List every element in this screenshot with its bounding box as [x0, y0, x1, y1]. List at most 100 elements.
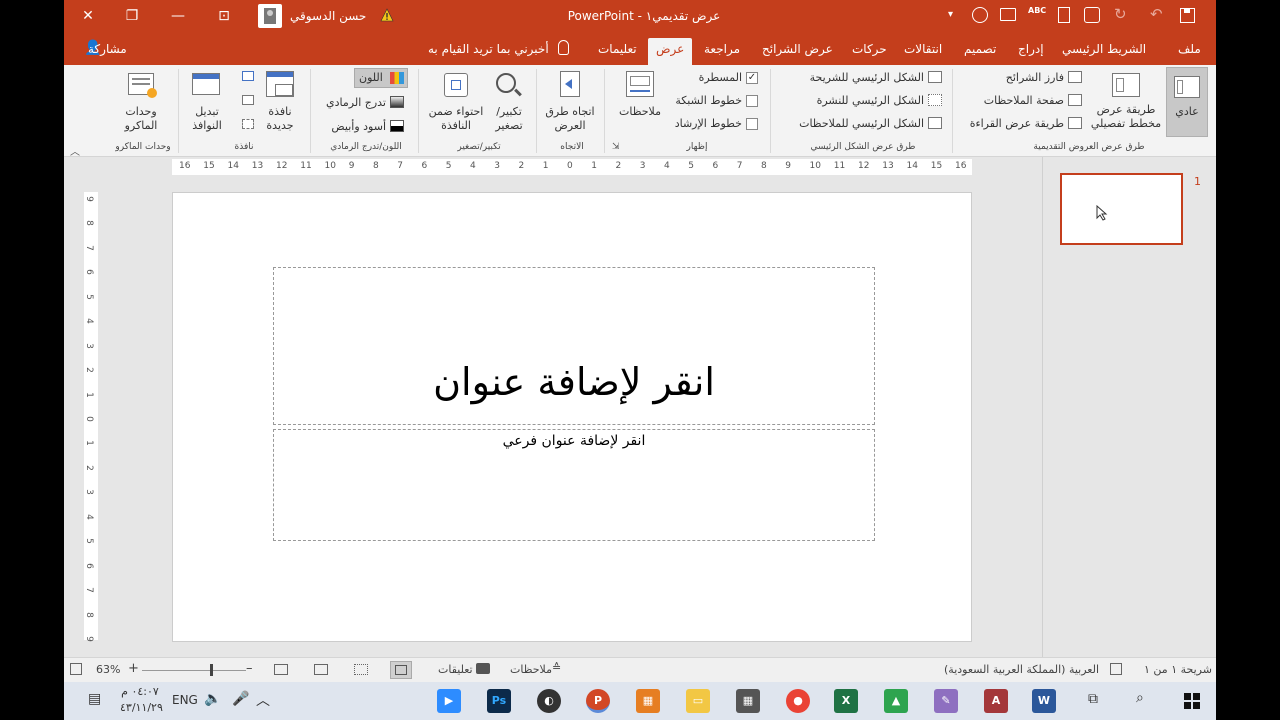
color-button[interactable]: اللون	[354, 68, 408, 88]
tab-animations[interactable]: حركات	[844, 38, 895, 65]
undo-icon[interactable]: ↶	[1150, 5, 1163, 23]
arrange-all-icon[interactable]	[242, 71, 254, 81]
reading-view-status-icon[interactable]	[314, 664, 328, 675]
chrome-app-icon[interactable]: ●	[786, 689, 810, 713]
photoshop-app-icon[interactable]: Ps	[487, 689, 511, 713]
redo-icon[interactable]: ↻	[1114, 5, 1127, 23]
windows-start-icon[interactable]	[1184, 693, 1200, 709]
excel-app-icon[interactable]: X	[834, 689, 858, 713]
save-icon[interactable]	[1180, 8, 1195, 23]
account-name[interactable]: حسن الدسوقي	[290, 0, 366, 32]
paint-app-icon[interactable]: ✎	[934, 689, 958, 713]
comments-button[interactable]: تعليقات	[438, 663, 473, 676]
macros-button[interactable]: وحدات الماكرو	[116, 105, 166, 133]
close-button[interactable]: ✕	[70, 0, 106, 32]
share-button[interactable]: مشاركة	[80, 38, 135, 65]
slide-master-button[interactable]: الشكل الرئيسي للشريحة	[780, 71, 924, 84]
access-app-icon[interactable]: A	[984, 689, 1008, 713]
microphone-icon[interactable]: 🎤	[232, 691, 249, 707]
tab-design[interactable]: تصميم	[956, 38, 1004, 65]
tab-insert[interactable]: إدراج	[1010, 38, 1052, 65]
guides-checkbox[interactable]	[746, 118, 758, 130]
ribbon-display-options-button[interactable]: ⊡	[206, 0, 242, 32]
word-app-icon[interactable]: W	[1032, 689, 1056, 713]
tab-transitions[interactable]: انتقالات	[896, 38, 950, 65]
restore-button[interactable]: ❐	[114, 0, 150, 32]
lightbulb-icon[interactable]	[558, 40, 569, 55]
grayscale-button[interactable]: تدرج الرمادي	[322, 96, 386, 109]
camtasia-app-icon[interactable]: ▦	[636, 689, 660, 713]
search-icon[interactable]: ⌕	[1136, 690, 1144, 706]
clock-date[interactable]: ٤٣/١١/٢٩	[120, 701, 163, 714]
collapse-ribbon-icon[interactable]: ︿	[70, 143, 80, 158]
handout-master-button[interactable]: الشكل الرئيسي للنشرة	[780, 94, 924, 107]
warning-icon[interactable]	[380, 8, 394, 25]
switch-windows-button[interactable]: تبديل النوافذ	[182, 105, 232, 133]
clock-time[interactable]: ٠٤:٠٧ م	[120, 685, 160, 698]
slide-sorter-status-icon[interactable]	[354, 664, 368, 675]
touch-mode-icon[interactable]	[1084, 7, 1100, 23]
slide-thumbnail[interactable]	[1060, 173, 1183, 245]
normal-view-status-button[interactable]	[390, 661, 412, 679]
calculator-app-icon[interactable]: ▦	[736, 689, 760, 713]
customize-qat-icon[interactable]: ▾	[948, 9, 953, 20]
zoom-slider-thumb[interactable]	[210, 664, 213, 676]
tab-home[interactable]: الشريط الرئيسي	[1054, 38, 1154, 65]
input-language[interactable]: ENG	[172, 693, 198, 707]
fit-slide-icon[interactable]	[70, 663, 82, 675]
normal-view-button[interactable]: عادي	[1166, 67, 1208, 137]
tab-file[interactable]: ملف	[1170, 38, 1209, 65]
minimize-button[interactable]: —	[160, 0, 196, 32]
new-window-button[interactable]: نافذة جديدة	[258, 105, 302, 133]
show-dialog-launcher-icon[interactable]: ⇲	[612, 142, 620, 152]
new-file-icon[interactable]	[1058, 7, 1070, 23]
tab-view[interactable]: عرض	[648, 38, 693, 65]
cascade-icon[interactable]	[242, 95, 254, 105]
notes-status-button[interactable]: ملاحظات	[510, 663, 552, 676]
notes-master-button[interactable]: الشكل الرئيسي للملاحظات	[772, 117, 924, 130]
tab-review[interactable]: مراجعة	[696, 38, 748, 65]
zoom-in-button[interactable]: +	[128, 661, 139, 676]
slide-canvas[interactable]: انقر لإضافة عنوان انقر لإضافة عنوان فرعي	[172, 192, 972, 642]
spelling-status-icon[interactable]	[1110, 663, 1122, 675]
ruler-checkbox[interactable]: ✓	[746, 72, 758, 84]
horizontal-ruler[interactable]: 16 15 14 13 12 11 10 9 8 7 6 5 4 3 2 1 0 1 2 3 4 5 6 7 8 9 10 11 12 1…	[172, 159, 972, 175]
open-folder-icon[interactable]	[1000, 8, 1016, 21]
avatar[interactable]	[258, 4, 282, 28]
tab-help[interactable]: تعليمات	[590, 38, 645, 65]
task-view-icon[interactable]: ⧉	[1088, 691, 1098, 707]
slide-sorter-button[interactable]: فارز الشرائح	[980, 71, 1064, 84]
tell-me-search[interactable]: أخبرني بما تريد القيام به	[420, 38, 557, 65]
zoom-button[interactable]: تكبير/ تصغير	[486, 105, 532, 133]
powerpoint-app-icon[interactable]: P	[586, 689, 610, 713]
handout-master-icon	[928, 94, 942, 106]
ruler-tick-label: 6	[712, 161, 719, 171]
notes-page-button[interactable]: صفحة الملاحظات	[960, 94, 1064, 107]
zoom-slider-track[interactable]	[142, 670, 246, 671]
volume-icon[interactable]: 🔈	[204, 691, 221, 707]
vertical-ruler[interactable]: 9 8 7 6 5 4 3 2 1 0 1 2 3 4 5 6 7 8 9	[84, 192, 98, 642]
notification-center-icon[interactable]: ▤	[88, 691, 101, 707]
outline-view-button[interactable]: طريقة عرض مخطط تفصيلي	[1088, 103, 1164, 131]
tab-slideshow[interactable]: عرض الشرائح	[754, 38, 841, 65]
black-white-button[interactable]: أسود وأبيض	[322, 120, 386, 133]
file-explorer-app-icon[interactable]: ▭	[686, 689, 710, 713]
reading-view-button[interactable]: طريقة عرض القراءة	[960, 117, 1064, 130]
subtitle-placeholder[interactable]: انقر لإضافة عنوان فرعي	[273, 429, 875, 541]
slideshow-view-icon[interactable]	[274, 664, 288, 675]
zoom-out-button[interactable]: –	[246, 661, 253, 676]
spelling-icon[interactable]: ABC	[1028, 6, 1046, 15]
show-hidden-icons-icon[interactable]: ︿	[256, 690, 270, 710]
present-from-start-icon[interactable]	[972, 7, 988, 23]
zoom-level[interactable]: 63%	[96, 663, 120, 676]
zoom-app-icon[interactable]: ▶	[437, 689, 461, 713]
view-direction-button[interactable]: اتجاه طرق العرض	[540, 105, 600, 133]
sheets-app-icon[interactable]: ▲	[884, 689, 908, 713]
photos-app-icon[interactable]: ◐	[537, 689, 561, 713]
fit-window-button[interactable]: احتواء ضمن النافذة	[424, 105, 488, 133]
ruler-tick-label: 9	[785, 161, 791, 171]
gridlines-checkbox[interactable]	[746, 95, 758, 107]
move-split-icon[interactable]	[242, 119, 254, 129]
language-indicator[interactable]: العربية (المملكة العربية السعودية)	[944, 663, 1099, 676]
title-placeholder[interactable]: انقر لإضافة عنوان	[273, 267, 875, 425]
